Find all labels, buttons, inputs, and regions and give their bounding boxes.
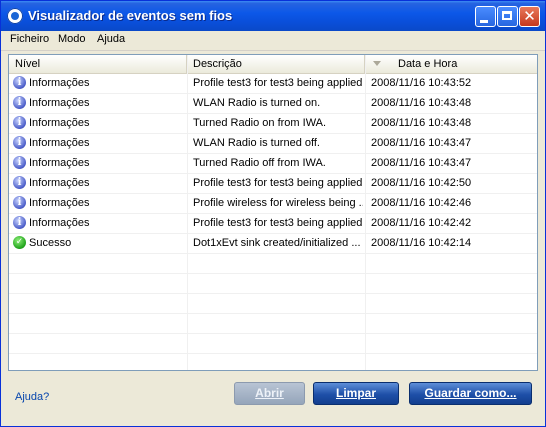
menu-ficheiro[interactable]: Ficheiro bbox=[7, 33, 52, 45]
clear-button[interactable]: Limpar bbox=[313, 382, 399, 405]
cell-descricao: Turned Radio off from IWA. bbox=[193, 157, 326, 169]
table-row[interactable]: Informações WLAN Radio is turned on. 2008/… bbox=[9, 94, 537, 114]
cell-data: 2008/11/16 10:42:42 bbox=[371, 217, 472, 229]
cell-data: 2008/11/16 10:43:47 bbox=[371, 157, 472, 169]
table-row[interactable]: Informações Profile test3 for test3 being… bbox=[9, 214, 537, 234]
table-row[interactable]: Informações Profile test3 for test3 being… bbox=[9, 74, 537, 94]
empty-row bbox=[9, 294, 537, 314]
empty-row bbox=[9, 354, 537, 370]
sort-descending-icon bbox=[373, 61, 381, 66]
cell-descricao: WLAN Radio is turned off. bbox=[193, 137, 320, 149]
info-icon bbox=[13, 136, 26, 149]
column-header-data[interactable]: Data e Hora bbox=[365, 55, 537, 73]
table-row[interactable]: Sucesso Dot1xEvt sink created/initialized… bbox=[9, 234, 537, 254]
cell-nivel: Informações bbox=[29, 137, 90, 149]
cell-data: 2008/11/16 10:43:47 bbox=[371, 137, 472, 149]
cell-descricao: Profile test3 for test3 being applied. bbox=[193, 217, 363, 229]
event-viewer-window: Visualizador de eventos sem fios ✕ Fiche… bbox=[0, 0, 546, 427]
table-row[interactable]: Informações Profile test3 for test3 being… bbox=[9, 174, 537, 194]
column-header-nivel[interactable]: Nível bbox=[9, 55, 187, 73]
cell-descricao: Profile test3 for test3 being applied. bbox=[193, 77, 363, 89]
menu-ajuda[interactable]: Ajuda bbox=[94, 33, 128, 45]
wireless-app-icon bbox=[7, 8, 23, 24]
empty-row bbox=[9, 274, 537, 294]
cell-nivel: Informações bbox=[29, 117, 90, 129]
info-icon bbox=[13, 216, 26, 229]
table-row[interactable]: Informações Profile wireless for wireless… bbox=[9, 194, 537, 214]
info-icon bbox=[13, 96, 26, 109]
empty-row bbox=[9, 314, 537, 334]
cell-descricao: Turned Radio on from IWA. bbox=[193, 117, 327, 129]
cell-data: 2008/11/16 10:43:48 bbox=[371, 117, 472, 129]
menu-modo[interactable]: Modo bbox=[55, 33, 89, 45]
cell-nivel: Sucesso bbox=[29, 237, 72, 249]
cell-data: 2008/11/16 10:42:46 bbox=[371, 197, 472, 209]
menu-bar: Ficheiro Modo Ajuda bbox=[1, 31, 545, 51]
table-row[interactable]: Informações Turned Radio off from IWA. 200… bbox=[9, 154, 537, 174]
minimize-icon bbox=[480, 20, 488, 23]
maximize-icon bbox=[502, 11, 512, 20]
cell-nivel: Informações bbox=[29, 217, 90, 229]
info-icon bbox=[13, 176, 26, 189]
open-button[interactable]: Abrir bbox=[234, 382, 305, 405]
table-row[interactable]: Informações WLAN Radio is turned off. 2008… bbox=[9, 134, 537, 154]
cell-nivel: Informações bbox=[29, 97, 90, 109]
close-button[interactable]: ✕ bbox=[519, 6, 540, 27]
cell-nivel: Informações bbox=[29, 77, 90, 89]
empty-row bbox=[9, 254, 537, 274]
cell-data: 2008/11/16 10:42:50 bbox=[371, 177, 472, 189]
event-list[interactable]: Nível Descrição Data e Hora Informações P… bbox=[8, 54, 538, 371]
cell-descricao: Profile wireless for wireless being ... bbox=[193, 197, 363, 209]
cell-nivel: Informações bbox=[29, 197, 90, 209]
table-row[interactable]: Informações Turned Radio on from IWA. 2008… bbox=[9, 114, 537, 134]
empty-row bbox=[9, 334, 537, 354]
info-icon bbox=[13, 156, 26, 169]
info-icon bbox=[13, 116, 26, 129]
save-as-button[interactable]: Guardar como... bbox=[409, 382, 532, 405]
info-icon bbox=[13, 76, 26, 89]
cell-descricao: WLAN Radio is turned on. bbox=[193, 97, 321, 109]
maximize-button[interactable] bbox=[497, 6, 518, 27]
window-title: Visualizador de eventos sem fios bbox=[28, 8, 233, 23]
cell-descricao: Dot1xEvt sink created/initialized ... bbox=[193, 237, 361, 249]
close-icon: ✕ bbox=[523, 7, 536, 25]
list-rows: Informações Profile test3 for test3 being… bbox=[9, 74, 537, 370]
cell-data: 2008/11/16 10:43:52 bbox=[371, 77, 472, 89]
title-bar[interactable]: Visualizador de eventos sem fios ✕ bbox=[1, 1, 545, 31]
info-icon bbox=[13, 196, 26, 209]
cell-nivel: Informações bbox=[29, 157, 90, 169]
cell-nivel: Informações bbox=[29, 177, 90, 189]
cell-descricao: Profile test3 for test3 being applied. bbox=[193, 177, 363, 189]
cell-data: 2008/11/16 10:43:48 bbox=[371, 97, 472, 109]
cell-data: 2008/11/16 10:42:14 bbox=[371, 237, 472, 249]
list-header: Nível Descrição Data e Hora bbox=[9, 55, 537, 74]
minimize-button[interactable] bbox=[475, 6, 496, 27]
help-link[interactable]: Ajuda? bbox=[15, 391, 49, 403]
success-icon bbox=[13, 236, 26, 249]
column-header-data-label: Data e Hora bbox=[398, 58, 458, 70]
column-header-descricao[interactable]: Descrição bbox=[187, 55, 365, 73]
